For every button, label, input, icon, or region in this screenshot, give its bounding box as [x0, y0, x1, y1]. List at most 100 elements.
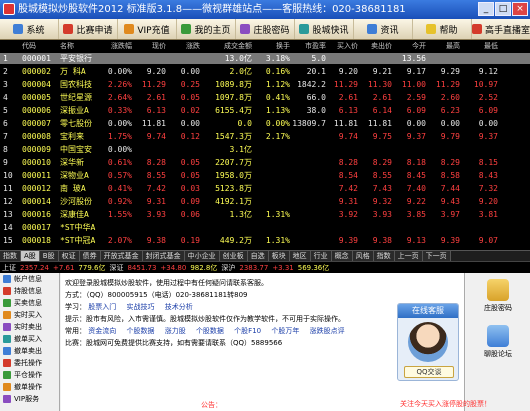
link-practice-tips[interactable]: 实战技巧 — [126, 303, 154, 311]
table-row[interactable]: 15 000018 *ST中冠A 2.07% 9.38 0.19 449.2万 1.31% 9.… — [0, 235, 530, 246]
table-row[interactable]: 9 000010 深华新 0.61% 8.28 0.05 2207.7万 8.28 8.29 8.… — [0, 157, 530, 168]
menu-item-1[interactable]: 比赛申请 — [59, 19, 118, 39]
column-header[interactable]: 涨跌 — [168, 41, 202, 52]
trade-nav-item[interactable]: 帐户信息 — [0, 273, 59, 285]
app-logo-icon — [3, 3, 15, 15]
trade-nav-item[interactable]: 撤单卖出 — [0, 345, 59, 357]
title-bar[interactable]: 股城模拟炒股软件2012 标准版3.1.8——微视群雄站点——客服热线：020-… — [0, 0, 530, 19]
link-fund-flow[interactable]: 资金流向 — [88, 327, 116, 335]
market-tab[interactable]: 上一页 — [394, 251, 423, 261]
table-row[interactable]: 10 000011 深物业A 0.57% 8.55 0.05 1958.0万 8.54 8.55… — [0, 170, 530, 181]
table-cell: 2.60 — [440, 93, 460, 102]
link-review[interactable]: 涨跌股点评 — [310, 327, 345, 335]
column-header[interactable]: 市盈率 — [292, 41, 328, 52]
link-rise-stock[interactable]: 涨力股 — [165, 327, 186, 335]
market-tab[interactable]: 指数 — [373, 251, 395, 261]
table-cell — [292, 209, 328, 220]
table-row[interactable]: 1 000001 平安银行 13.0亿 3.18% 5.0 13.56 — [0, 53, 530, 64]
market-tab[interactable]: 风格 — [352, 251, 374, 261]
table-row[interactable]: 11 000012 南 玻A 0.41% 7.42 0.03 5123.8万 7.42 7.43… — [0, 183, 530, 194]
column-header[interactable]: 卖出价 — [360, 41, 394, 52]
column-header[interactable]: 买入价 — [328, 41, 360, 52]
column-header[interactable]: 今开 — [394, 41, 428, 52]
table-cell: 2.59 — [406, 93, 426, 102]
menu-item-5[interactable]: 股城快讯 — [295, 19, 354, 39]
table-cell: 1.12% — [265, 80, 290, 89]
trade-nav-item[interactable]: 委托操作 — [0, 357, 59, 369]
table-row[interactable]: 13 000016 深康佳A 1.55% 3.93 0.06 1.3亿 1.31% 3.92 3.… — [0, 209, 530, 220]
market-tab[interactable]: 开放式基金 — [100, 251, 143, 261]
trade-nav-item[interactable]: 买卖信息 — [0, 297, 59, 309]
link-stock-calendar[interactable]: 个股万年 — [271, 327, 299, 335]
column-header[interactable]: 成交金额 — [202, 41, 254, 52]
market-tab[interactable]: B股 — [39, 251, 59, 261]
menu-item-7[interactable]: 帮助 — [413, 19, 472, 39]
trade-nav-item[interactable]: 撤单买入 — [0, 333, 59, 345]
menu-item-8[interactable]: 高手直播室 — [472, 19, 530, 39]
trade-nav-item[interactable]: 实时卖出 — [0, 321, 59, 333]
market-tab[interactable]: 下一页 — [422, 251, 451, 261]
menu-item-2[interactable]: VIP充值 — [118, 19, 177, 39]
market-tab[interactable]: 权证 — [58, 251, 80, 261]
close-button[interactable]: × — [512, 2, 528, 16]
link-technical-analysis[interactable]: 技术分析 — [165, 303, 193, 311]
link-stock-data-2[interactable]: 个股数据 — [196, 327, 224, 335]
link-stock-basics[interactable]: 股票入门 — [88, 303, 116, 311]
trade-nav-item[interactable]: 平仓操作 — [0, 369, 59, 381]
table-row[interactable]: 5 000006 深振业A 0.33% 6.13 0.02 6155.4万 1.13% 38.0… — [0, 105, 530, 116]
table-row[interactable]: 12 000014 沙河股份 0.92% 9.31 0.09 4192.1万 9.31 9.32… — [0, 196, 530, 207]
market-tab[interactable]: 概念 — [331, 251, 353, 261]
qq-chat-button[interactable]: QQ交谈 — [404, 366, 454, 378]
table-row[interactable]: 2 000002 万 科A 0.00% 9.20 0.00 2.0亿 0.16% 20.1 9.2… — [0, 66, 530, 77]
forum-shortcut[interactable]: 聊股论坛 — [472, 325, 524, 359]
column-header[interactable]: 换手 — [254, 41, 292, 52]
table-row[interactable]: 6 000007 零七股份 0.00% 11.81 0.00 0.0 0.00% 13809.7… — [0, 118, 530, 129]
trade-nav-item[interactable]: 撤单操作 — [0, 381, 59, 393]
trade-nav-item[interactable]: VIP服务 — [0, 393, 59, 405]
menu-item-3[interactable]: 我的主页 — [177, 19, 236, 39]
column-header[interactable] — [0, 41, 22, 52]
column-header[interactable]: 涨跌幅 — [98, 41, 134, 52]
menu-item-6[interactable]: 资讯 — [354, 19, 413, 39]
market-tab[interactable]: 行业 — [310, 251, 332, 261]
menu-item-4[interactable]: 庄股密码 — [236, 19, 295, 39]
market-tab[interactable]: 板块 — [268, 251, 290, 261]
market-tab[interactable]: 中小企业 — [184, 251, 220, 261]
table-row[interactable]: 14 000017 *ST中华A — [0, 222, 530, 233]
column-header[interactable]: 现价 — [134, 41, 168, 52]
market-tab[interactable]: 地区 — [289, 251, 311, 261]
market-tab[interactable]: 自选 — [247, 251, 269, 261]
welcome-panel: 欢迎登录股城模拟炒股软件，使用过程中有任何疑问请联系客服。 方式：（QQ）800… — [61, 273, 465, 411]
table-cell — [254, 144, 292, 155]
table-row[interactable]: 7 000008 宝利来 1.75% 9.74 0.12 1547.3万 2.17% 9.74 9… — [0, 131, 530, 142]
table-cell: 1089.8万 — [215, 80, 252, 89]
link-stock-data[interactable]: 个股数据 — [126, 327, 154, 335]
buy-notice[interactable]: 关注今天买入涨停股的股票！ — [400, 399, 491, 409]
column-header[interactable]: 名称 — [56, 41, 98, 52]
column-header[interactable]: 最低 — [462, 41, 500, 52]
market-tab[interactable]: A股 — [21, 251, 40, 261]
column-header[interactable]: 代码 — [22, 41, 56, 52]
table-cell: 0.00 — [478, 119, 498, 128]
menu-item-0[interactable]: 系统 — [0, 19, 59, 39]
table-cell: 8.28 — [338, 158, 358, 167]
banker-code-shortcut[interactable]: 庄股密码 — [472, 279, 524, 313]
minimize-button[interactable]: _ — [478, 2, 494, 16]
maximize-button[interactable]: □ — [495, 2, 511, 16]
market-tab[interactable]: 债券 — [79, 251, 101, 261]
table-row[interactable]: 3 000004 国农科技 2.26% 11.29 0.25 1089.8万 1.12% 184… — [0, 79, 530, 90]
table-cell: 2.07% — [107, 236, 132, 245]
table-cell: 11.81 — [367, 119, 392, 128]
link-f10[interactable]: 个股F10 — [234, 327, 261, 335]
table-cell: 0.00 — [180, 119, 200, 128]
trade-nav-item[interactable]: 实时买入 — [0, 309, 59, 321]
table-cell: 9.07 — [478, 236, 498, 245]
column-header[interactable]: 最高 — [428, 41, 462, 52]
table-row[interactable]: 4 000005 世纪星源 2.64% 2.61 0.05 1097.8万 0.41% 66.0… — [0, 92, 530, 103]
market-tab[interactable]: 封闭式基金 — [142, 251, 185, 261]
table-row[interactable]: 8 000009 中国宝安 0.00% 3.1亿 — [0, 144, 530, 155]
table-cell: 8.29 — [372, 158, 392, 167]
market-tab[interactable]: 指数 — [0, 251, 21, 261]
market-tab[interactable]: 创业板 — [219, 251, 248, 261]
trade-nav-item[interactable]: 持股信息 — [0, 285, 59, 297]
